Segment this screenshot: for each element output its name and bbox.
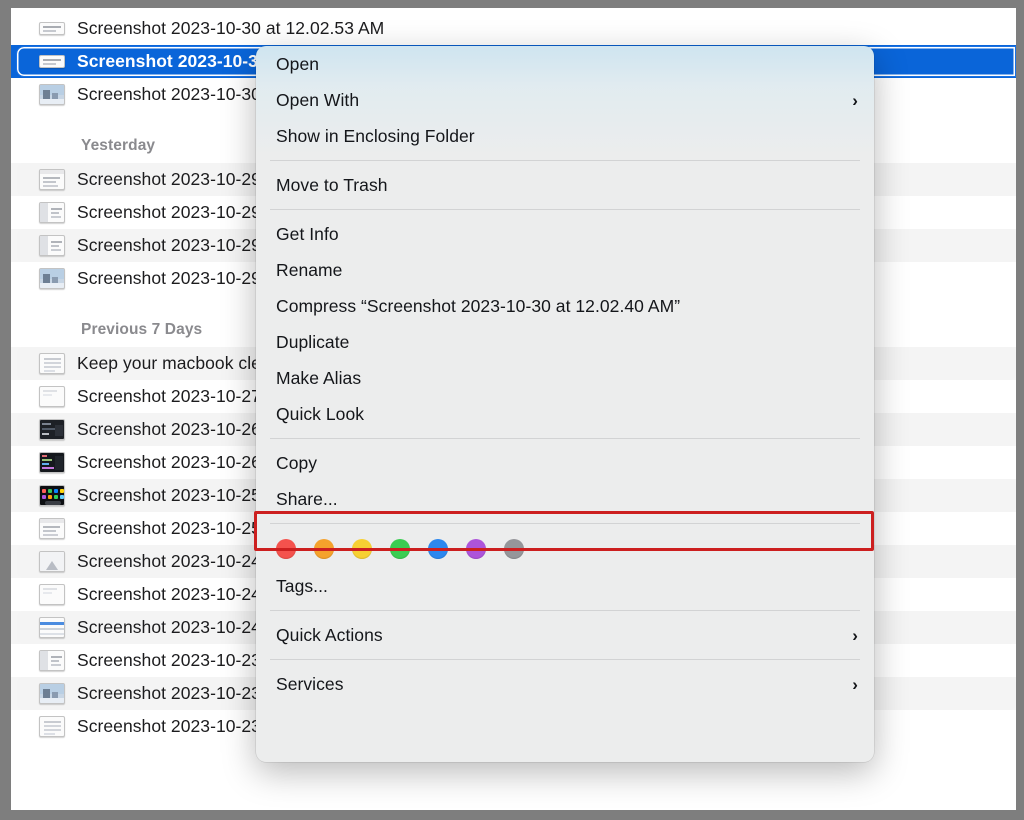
blank-window-icon [39, 584, 65, 605]
tag-dot-orange[interactable] [314, 539, 334, 559]
menu-item-label: Quick Look [276, 403, 365, 424]
menu-item-label: Move to Trash [276, 174, 388, 195]
tag-dot-yellow[interactable] [352, 539, 372, 559]
menu-item-label: Duplicate [276, 331, 350, 352]
menu-item-label: Get Info [276, 223, 339, 244]
menu-separator [270, 610, 860, 611]
sidebar-document-icon [39, 650, 65, 671]
chevron-right-icon: › [852, 625, 858, 645]
menu-item-share[interactable]: Share... [256, 481, 874, 517]
menu-item-label: Services [276, 673, 344, 694]
tag-dot-blue[interactable] [428, 539, 448, 559]
sidebar-document-icon [39, 202, 65, 223]
menu-item-label: Tags... [276, 575, 328, 596]
tag-dot-red[interactable] [276, 539, 296, 559]
photo-scene-icon [39, 84, 65, 105]
blue-stripes-icon [39, 617, 65, 638]
file-name-label: Screenshot 2023-10-30 at 12.02.53 AM [77, 18, 385, 38]
menu-item-label: Open With [276, 89, 360, 110]
menu-item-tags[interactable]: Tags... [256, 568, 874, 604]
dark-code-icon [39, 452, 65, 473]
tag-dot-purple[interactable] [466, 539, 486, 559]
blank-window-icon [39, 386, 65, 407]
photo-scene-icon [39, 268, 65, 289]
text-document-icon [39, 353, 65, 374]
menu-separator [270, 438, 860, 439]
tag-dot-green[interactable] [390, 539, 410, 559]
menu-item-services[interactable]: Services › [256, 666, 874, 702]
picture-icon [39, 551, 65, 572]
window-narrow-selected-icon [39, 55, 65, 68]
menu-item-open-with[interactable]: Open With › [256, 82, 874, 118]
document-icon [39, 169, 65, 190]
menu-item-label: Share... [276, 488, 338, 509]
finder-window-frame: Screenshot 2023-10-30 at 12.02.53 AM Scre… [0, 0, 1024, 820]
app-grid-icon [39, 485, 65, 506]
menu-item-make-alias[interactable]: Make Alias [256, 360, 874, 396]
menu-item-show-in-enclosing-folder[interactable]: Show in Enclosing Folder [256, 118, 874, 154]
menu-item-rename[interactable]: Rename [256, 252, 874, 288]
menu-item-copy[interactable]: Copy [256, 445, 874, 481]
chevron-right-icon: › [852, 90, 858, 110]
menu-item-label: Compress “Screenshot 2023-10-30 at 12.02… [276, 295, 681, 316]
tag-dot-gray[interactable] [504, 539, 524, 559]
window-narrow-icon [39, 22, 65, 35]
chevron-right-icon: › [852, 674, 858, 694]
menu-separator [270, 659, 860, 660]
dark-terminal-icon [39, 419, 65, 440]
menu-item-duplicate[interactable]: Duplicate [256, 324, 874, 360]
menu-item-label: Make Alias [276, 367, 362, 388]
context-menu[interactable]: Open Open With › Show in Enclosing Folder Mo… [256, 46, 874, 762]
menu-item-label: Quick Actions [276, 624, 383, 645]
document-icon [39, 518, 65, 539]
menu-item-open[interactable]: Open [256, 46, 874, 82]
photo-scene-icon [39, 683, 65, 704]
menu-item-quick-look[interactable]: Quick Look [256, 396, 874, 432]
menu-separator [270, 523, 860, 524]
menu-item-compress-screenshot-2023-10-30-at-12-02-40-am[interactable]: Compress “Screenshot 2023-10-30 at 12.02… [256, 288, 874, 324]
tag-color-row[interactable] [256, 530, 874, 568]
menu-item-label: Rename [276, 259, 343, 280]
menu-item-get-info[interactable]: Get Info [256, 216, 874, 252]
menu-item-label: Copy [276, 452, 318, 473]
menu-item-quick-actions[interactable]: Quick Actions › [256, 617, 874, 653]
sidebar-document-icon [39, 235, 65, 256]
menu-separator [270, 209, 860, 210]
menu-item-label: Show in Enclosing Folder [276, 125, 475, 146]
menu-item-label: Open [276, 53, 320, 74]
text-document-icon [39, 716, 65, 737]
menu-separator [270, 160, 860, 161]
menu-item-move-to-trash[interactable]: Move to Trash [256, 167, 874, 203]
file-row[interactable]: Screenshot 2023-10-30 at 12.02.53 AM [11, 12, 1016, 45]
